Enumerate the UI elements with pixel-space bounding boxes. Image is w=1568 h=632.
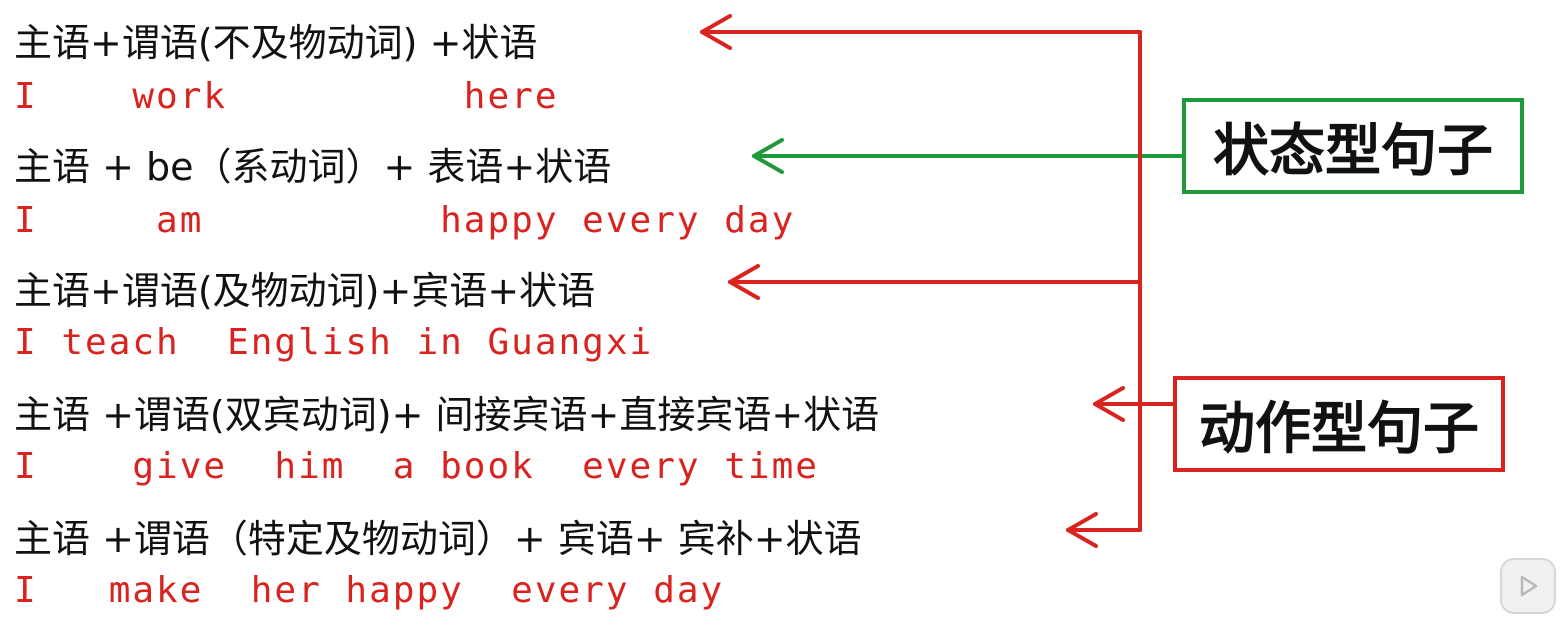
state-sentence-label: 状态型句子 (1182, 98, 1524, 194)
action-sentence-label: 动作型句子 (1173, 376, 1505, 472)
action-arrows (700, 14, 1175, 548)
connector-arrows (700, 14, 1184, 548)
play-icon (1520, 575, 1538, 597)
play-button[interactable] (1500, 558, 1556, 614)
state-arrow (752, 138, 1184, 174)
